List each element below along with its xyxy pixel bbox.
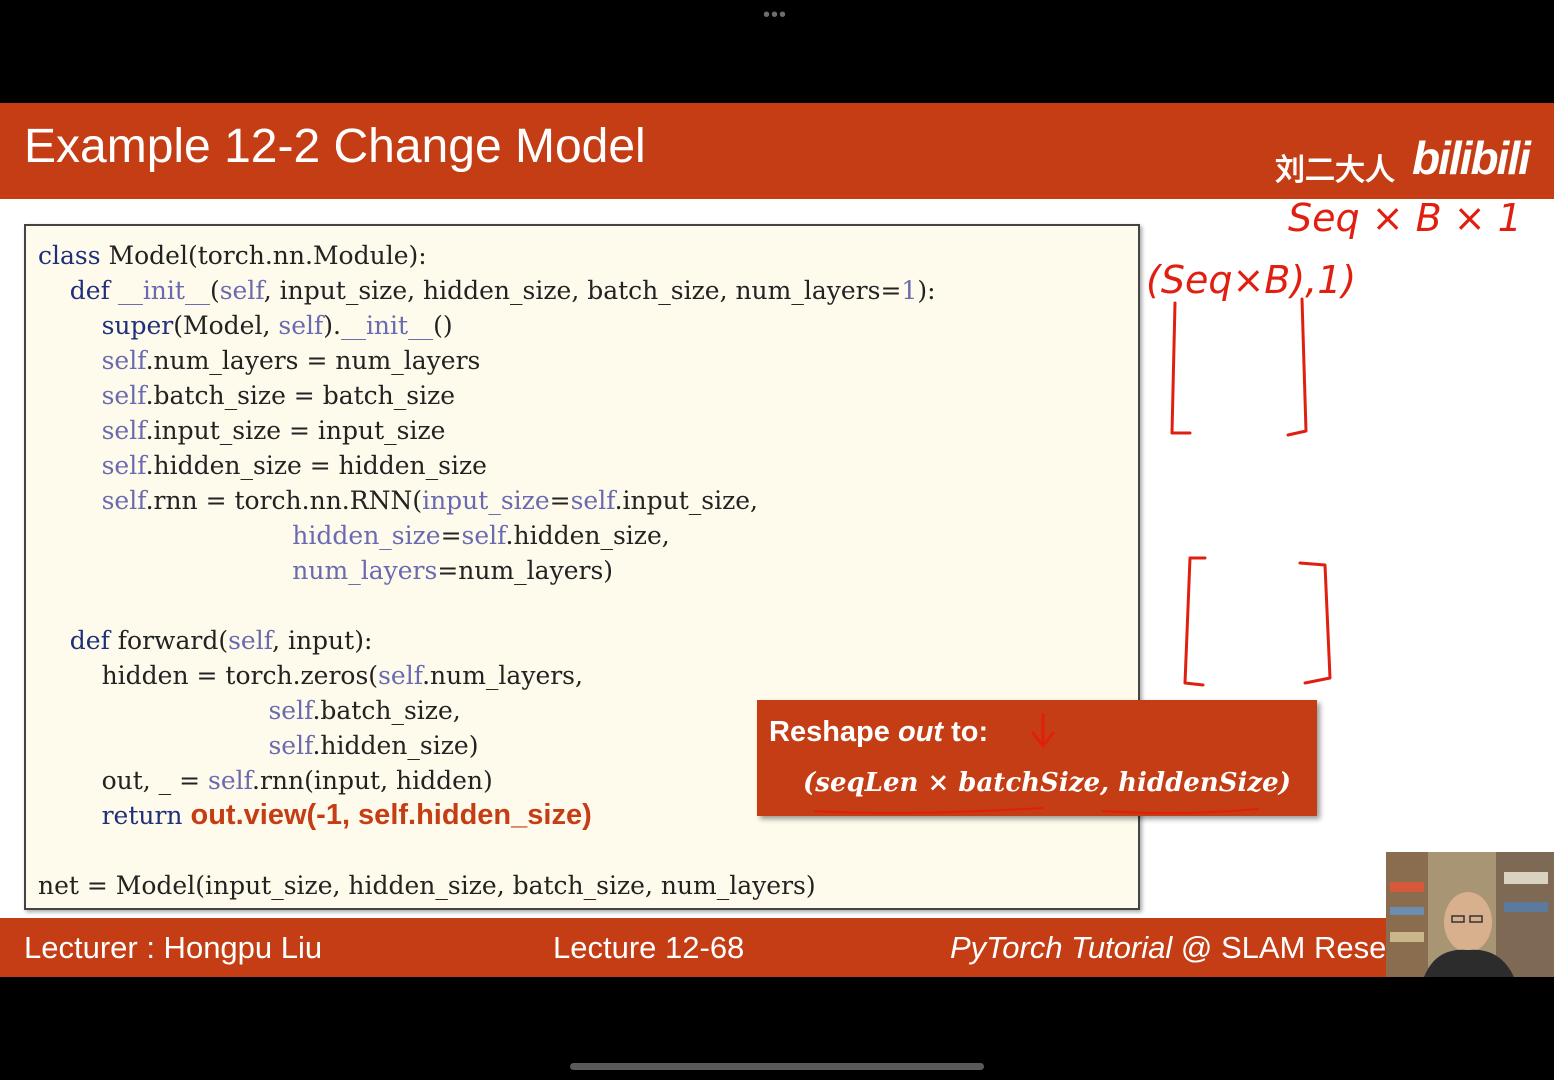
matrix-left-bracket-1 — [1170, 301, 1192, 435]
annotation-second: (Seq×B),1) — [1146, 258, 1356, 302]
underline-hiddensize — [1102, 808, 1259, 815]
underline-seqlen-batchsize — [814, 807, 1043, 814]
annotation-top: Seq × B × 1 — [1288, 196, 1522, 240]
slide: Example 12-2 Change Model 刘二大人 bilibili … — [0, 103, 1554, 977]
home-indicator[interactable] — [570, 1063, 984, 1070]
handwriting-layer: Seq × B × 1 (Seq×B),1) — [814, 196, 1522, 815]
matrix-left-bracket-2 — [1183, 556, 1207, 687]
matrix-right-bracket-1 — [1286, 297, 1308, 437]
down-arrow-icon — [1031, 713, 1055, 748]
matrix-right-bracket-2 — [1298, 561, 1332, 685]
more-dots-icon[interactable]: ••• — [763, 5, 787, 25]
